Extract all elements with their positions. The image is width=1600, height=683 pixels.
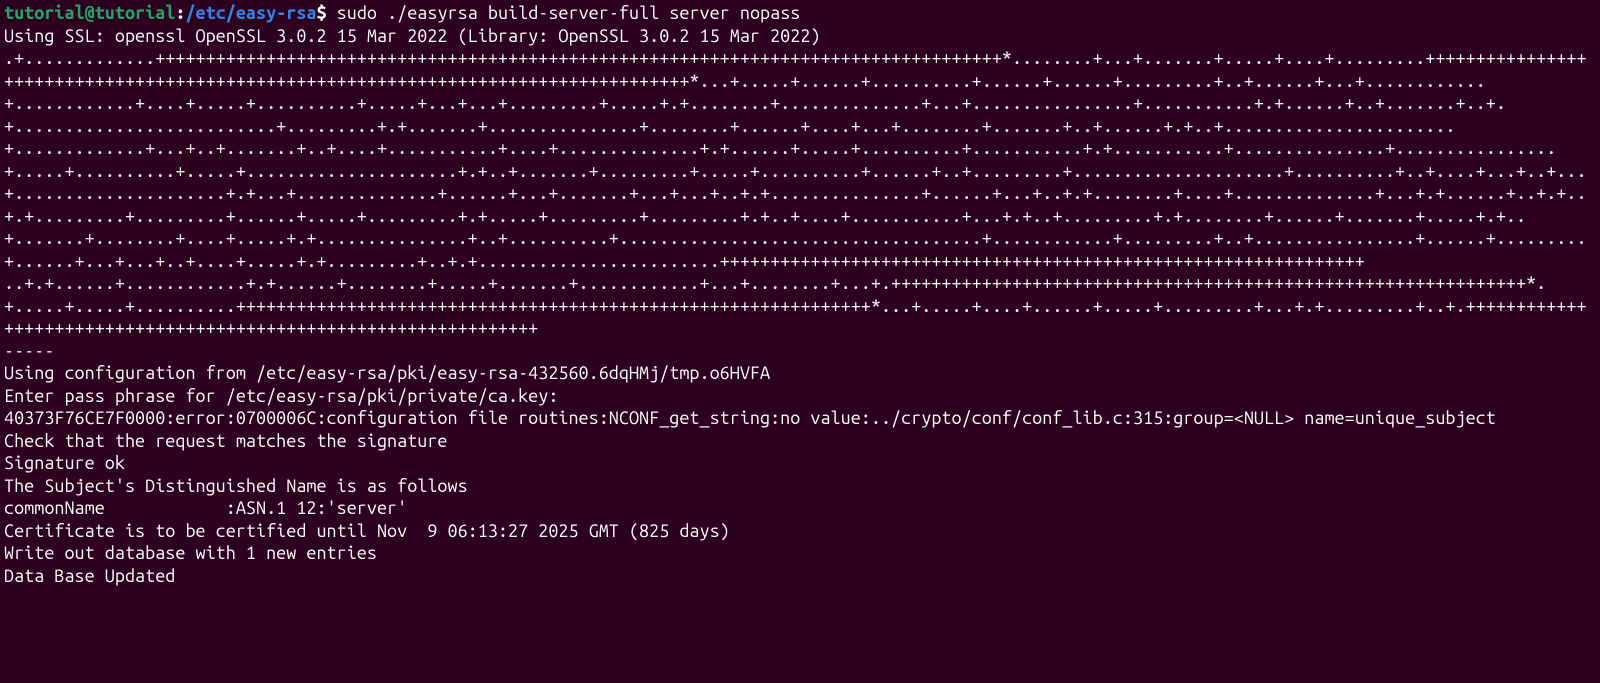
output-line: Signature ok [4,452,1596,475]
prompt-separator: : [175,3,185,23]
output-line: Check that the request matches the signa… [4,430,1596,453]
output-line: Using SSL: openssl OpenSSL 3.0.2 15 Mar … [4,25,1596,48]
command-input[interactable]: sudo ./easyrsa build-server-full server … [337,3,801,23]
output-line: The Subject's Distinguished Name is as f… [4,475,1596,498]
output-line: Enter pass phrase for /etc/easy-rsa/pki/… [4,385,1596,408]
terminal-viewport[interactable]: tutorial@tutorial:/etc/easy-rsa$ sudo ./… [0,0,1600,589]
output-line: Certificate is to be certified until Nov… [4,520,1596,543]
output-line: Data Base Updated [4,565,1596,588]
prompt-line: tutorial@tutorial:/etc/easy-rsa$ sudo ./… [4,3,800,23]
output-line: commonName :ASN.1 12:'server' [4,497,1596,520]
output-line: ..+.+......+............+.+......+......… [4,272,1596,340]
output-line: ----- [4,340,1596,363]
prompt-user-host: tutorial@tutorial [4,3,175,23]
output-line: .+.............+++++++++++++++++++++++++… [4,47,1596,272]
output-line: Using configuration from /etc/easy-rsa/p… [4,362,1596,385]
prompt-path: /etc/easy-rsa [185,3,316,23]
prompt-dollar: $ [317,3,337,23]
output-line: 40373F76CE7F0000:error:0700006C:configur… [4,407,1596,430]
output-line: Write out database with 1 new entries [4,542,1596,565]
